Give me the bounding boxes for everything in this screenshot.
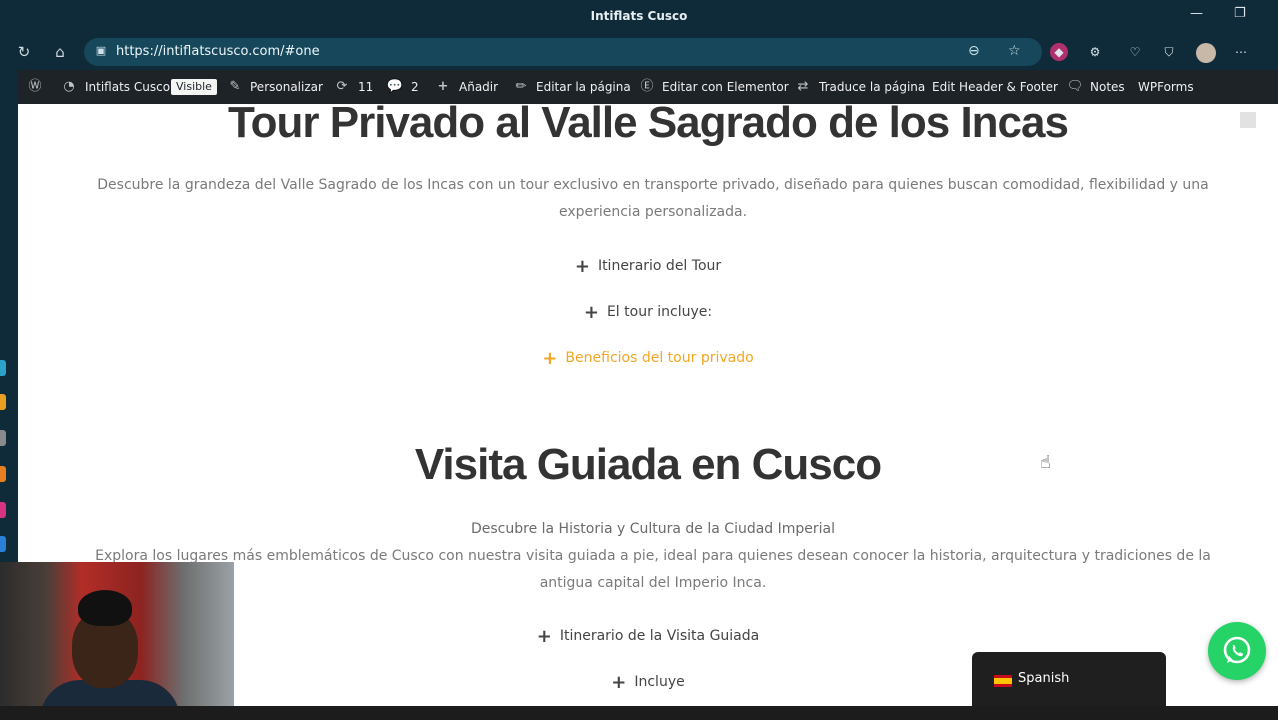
accordion-benefits[interactable]: + Beneficios del tour privado bbox=[18, 348, 1278, 369]
strip-tab[interactable] bbox=[0, 394, 6, 410]
section1-title: Tour Privado al Valle Sagrado de los Inc… bbox=[228, 104, 1069, 147]
dashboard-icon[interactable]: ◔ bbox=[60, 78, 78, 96]
customize-link[interactable]: Personalizar bbox=[250, 80, 323, 94]
accordion-tour-includes[interactable]: + El tour incluye: bbox=[18, 302, 1278, 323]
health-icon[interactable]: ♡ bbox=[1126, 43, 1144, 61]
updates-icon: ⟳ bbox=[336, 79, 348, 94]
restore-icon[interactable]: ❐ bbox=[1234, 6, 1246, 21]
section2-subtitle: Descubre la Historia y Cultura de la Ciu… bbox=[470, 521, 836, 537]
edit-elementor-link[interactable]: Editar con Elementor bbox=[662, 80, 789, 94]
extension-shield-icon[interactable]: ◆ bbox=[1050, 43, 1068, 61]
site-name-link[interactable]: Intiflats Cusco bbox=[85, 80, 170, 94]
url-text[interactable]: https://intiflatscusco.com/#one bbox=[116, 44, 320, 59]
reload-icon[interactable]: ↻ bbox=[14, 42, 34, 62]
plus-icon: + bbox=[611, 672, 627, 693]
translate-page-link[interactable]: Traduce la página bbox=[819, 80, 925, 94]
accordion-itinerary[interactable]: + Itinerario del Tour bbox=[18, 256, 1278, 277]
comments-count[interactable]: 2 bbox=[411, 80, 419, 94]
security-shield-icon[interactable]: ⛉ bbox=[1160, 43, 1178, 61]
notes-icon: 🗨 bbox=[1066, 79, 1084, 94]
home-icon[interactable]: ⌂ bbox=[50, 42, 70, 62]
add-new-link[interactable]: Añadir bbox=[459, 80, 498, 94]
accordion-label: Beneficios del tour privado bbox=[565, 350, 754, 366]
address-bar[interactable]: ▣ https://intiflatscusco.com/#one ⊖ ☆ bbox=[84, 38, 1042, 66]
elementor-icon: Ⓔ bbox=[640, 79, 654, 94]
translate-icon: ⇄ bbox=[797, 79, 809, 94]
visibility-badge: Visible bbox=[171, 79, 217, 95]
os-taskbar bbox=[0, 706, 1278, 720]
window-titlebar: Intiflats Cusco — ❐ bbox=[0, 0, 1278, 34]
plus-icon: + bbox=[542, 348, 558, 369]
window-title: Intiflats Cusco bbox=[590, 9, 688, 23]
plus-icon: + bbox=[583, 302, 599, 323]
comments-icon: 💬 bbox=[386, 79, 404, 94]
strip-tab[interactable] bbox=[0, 466, 6, 482]
plus-icon: + bbox=[536, 626, 552, 647]
profile-avatar[interactable] bbox=[1196, 43, 1216, 63]
accordion-label: Incluye bbox=[634, 674, 685, 690]
notes-link[interactable]: Notes bbox=[1090, 80, 1125, 94]
language-switcher[interactable]: Spanish bbox=[972, 652, 1166, 706]
more-menu-icon[interactable]: ⋯ bbox=[1232, 43, 1250, 61]
wpforms-link[interactable]: WPForms bbox=[1138, 80, 1194, 94]
spain-flag-icon bbox=[994, 675, 1012, 687]
whatsapp-icon bbox=[1223, 636, 1251, 664]
whatsapp-button[interactable] bbox=[1208, 622, 1266, 680]
minimize-icon[interactable]: — bbox=[1190, 6, 1203, 21]
site-info-icon[interactable]: ▣ bbox=[94, 44, 108, 58]
browser-toolbar: ↻ ⌂ ▣ https://intiflatscusco.com/#one ⊖ … bbox=[0, 34, 1278, 70]
wp-admin-bar: Ⓦ ◔ Intiflats Cusco Visible ✎ Personaliz… bbox=[18, 70, 1278, 104]
strip-tab[interactable] bbox=[0, 430, 6, 446]
language-label: Spanish bbox=[1018, 671, 1070, 686]
accordion-label: Itinerario de la Visita Guiada bbox=[559, 628, 760, 644]
reader-icon[interactable]: ⊖ bbox=[968, 43, 980, 59]
pencil-icon: ✏ bbox=[515, 79, 527, 94]
strip-tab[interactable] bbox=[0, 360, 6, 376]
section1-description: Descubre la grandeza del Valle Sagrado d… bbox=[97, 177, 1209, 220]
plus-icon: + bbox=[574, 256, 590, 277]
updates-count[interactable]: 11 bbox=[358, 80, 373, 94]
section2-description: Explora los lugares más emblemáticos de … bbox=[95, 548, 1211, 591]
strip-tab[interactable] bbox=[0, 502, 6, 518]
accordion-label: Itinerario del Tour bbox=[597, 258, 722, 274]
wordpress-logo-icon[interactable]: Ⓦ bbox=[26, 78, 44, 96]
strip-tab[interactable] bbox=[0, 536, 6, 552]
section2-title: Visita Guiada en Cusco bbox=[414, 440, 882, 489]
add-icon: + bbox=[437, 79, 449, 94]
edit-header-footer-link[interactable]: Edit Header & Footer bbox=[932, 80, 1058, 94]
edit-page-link[interactable]: Editar la página bbox=[536, 80, 631, 94]
favorite-star-icon[interactable]: ☆ bbox=[1008, 43, 1021, 59]
accordion-label: El tour incluye: bbox=[606, 304, 713, 320]
extensions-icon[interactable]: ⚙ bbox=[1086, 43, 1104, 61]
brush-icon: ✎ bbox=[229, 79, 241, 94]
webcam-overlay bbox=[0, 562, 234, 720]
